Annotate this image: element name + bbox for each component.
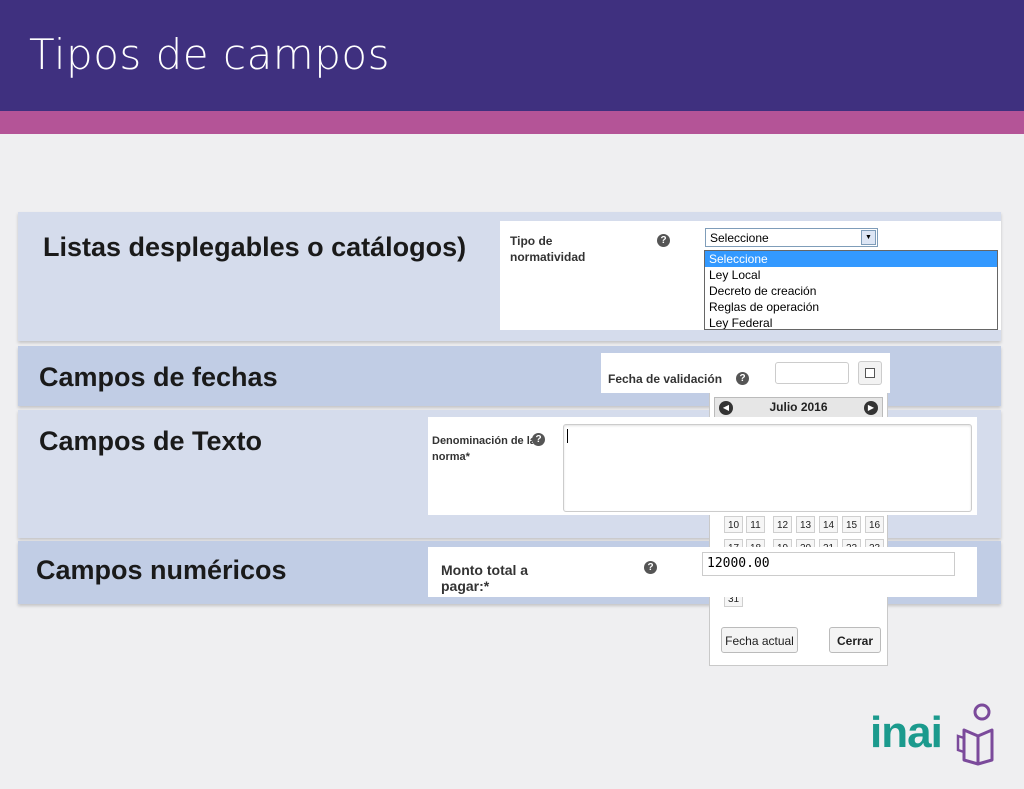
dropdown-option[interactable]: Ley Federal <box>705 315 997 329</box>
header-accent-stripe <box>0 111 1024 134</box>
calendar-header: ◀ Julio 2016 ▶ <box>714 397 883 419</box>
dropdown-option[interactable]: Reglas de operación <box>705 299 997 315</box>
numeric-example: Monto total a pagar:* ? 12000.00 <box>428 547 977 597</box>
section-numeric-label: Campos numéricos <box>36 555 287 585</box>
calendar-day[interactable]: 15 <box>842 516 861 533</box>
section-text-label: Campos de Texto <box>39 426 263 456</box>
dropdown-option[interactable]: Ley Local <box>705 267 997 283</box>
denominacion-textarea[interactable] <box>563 424 972 512</box>
slide-title: Tipos de campos <box>29 30 390 79</box>
calendar-day[interactable]: 11 <box>746 516 765 533</box>
inai-logo: inai <box>870 702 1000 768</box>
monto-input[interactable]: 12000.00 <box>702 552 955 576</box>
text-label: Denominación de la norma* <box>432 433 536 465</box>
dropdown-label: Tipo de normatividad <box>510 233 585 265</box>
dropdown-option[interactable]: Seleccione <box>705 251 997 267</box>
section-lists-label: Listas desplegables o catálogos) <box>43 232 467 262</box>
question-circle-icon[interactable]: ? <box>644 561 657 574</box>
next-month-icon[interactable]: ▶ <box>864 401 878 415</box>
text-example: Denominación de la norma* ? <box>428 417 977 515</box>
dropdown-options-list[interactable]: Seleccione Ley Local Decreto de creación… <box>704 250 998 330</box>
section-dates-label: Campos de fechas <box>39 362 278 392</box>
reader-book-icon <box>956 703 994 766</box>
dropdown-option[interactable]: Decreto de creación <box>705 283 997 299</box>
calendar-button[interactable] <box>858 361 882 385</box>
text-label-line2: norma* <box>432 451 470 463</box>
dropdown-label-line1: Tipo de <box>510 234 553 248</box>
calendar-day[interactable]: 10 <box>724 516 743 533</box>
numeric-label: Monto total a pagar:* <box>441 562 528 594</box>
calendar-icon <box>865 368 875 378</box>
question-circle-icon[interactable]: ? <box>657 234 670 247</box>
dropdown-label-line2: normatividad <box>510 250 586 264</box>
close-button[interactable]: Cerrar <box>829 627 881 653</box>
calendar-day[interactable]: 14 <box>819 516 838 533</box>
calendar-day[interactable]: 13 <box>796 516 815 533</box>
text-label-line1: Denominación de la <box>432 435 536 447</box>
calendar-day[interactable]: 16 <box>865 516 884 533</box>
calendar-month: Julio 2016 <box>769 400 828 414</box>
chevron-down-icon[interactable]: ▼ <box>861 230 876 245</box>
question-circle-icon[interactable]: ? <box>532 433 545 446</box>
dropdown-example: Tipo de normatividad ? Seleccione ▼ Sele… <box>500 221 1001 330</box>
numeric-label-line2: pagar:* <box>441 578 490 594</box>
date-input[interactable] <box>775 362 849 384</box>
numeric-label-line1: Monto total a <box>441 562 529 578</box>
text-caret <box>567 429 568 443</box>
normatividad-select[interactable]: Seleccione ▼ <box>705 228 878 247</box>
select-value: Seleccione <box>710 231 769 245</box>
logo-text: inai <box>870 708 943 757</box>
date-example: Fecha de validación ? <box>601 353 890 393</box>
question-circle-icon[interactable]: ? <box>736 372 749 385</box>
date-label: Fecha de validación <box>608 372 723 386</box>
calendar-day[interactable]: 12 <box>773 516 792 533</box>
today-button[interactable]: Fecha actual <box>721 627 798 653</box>
